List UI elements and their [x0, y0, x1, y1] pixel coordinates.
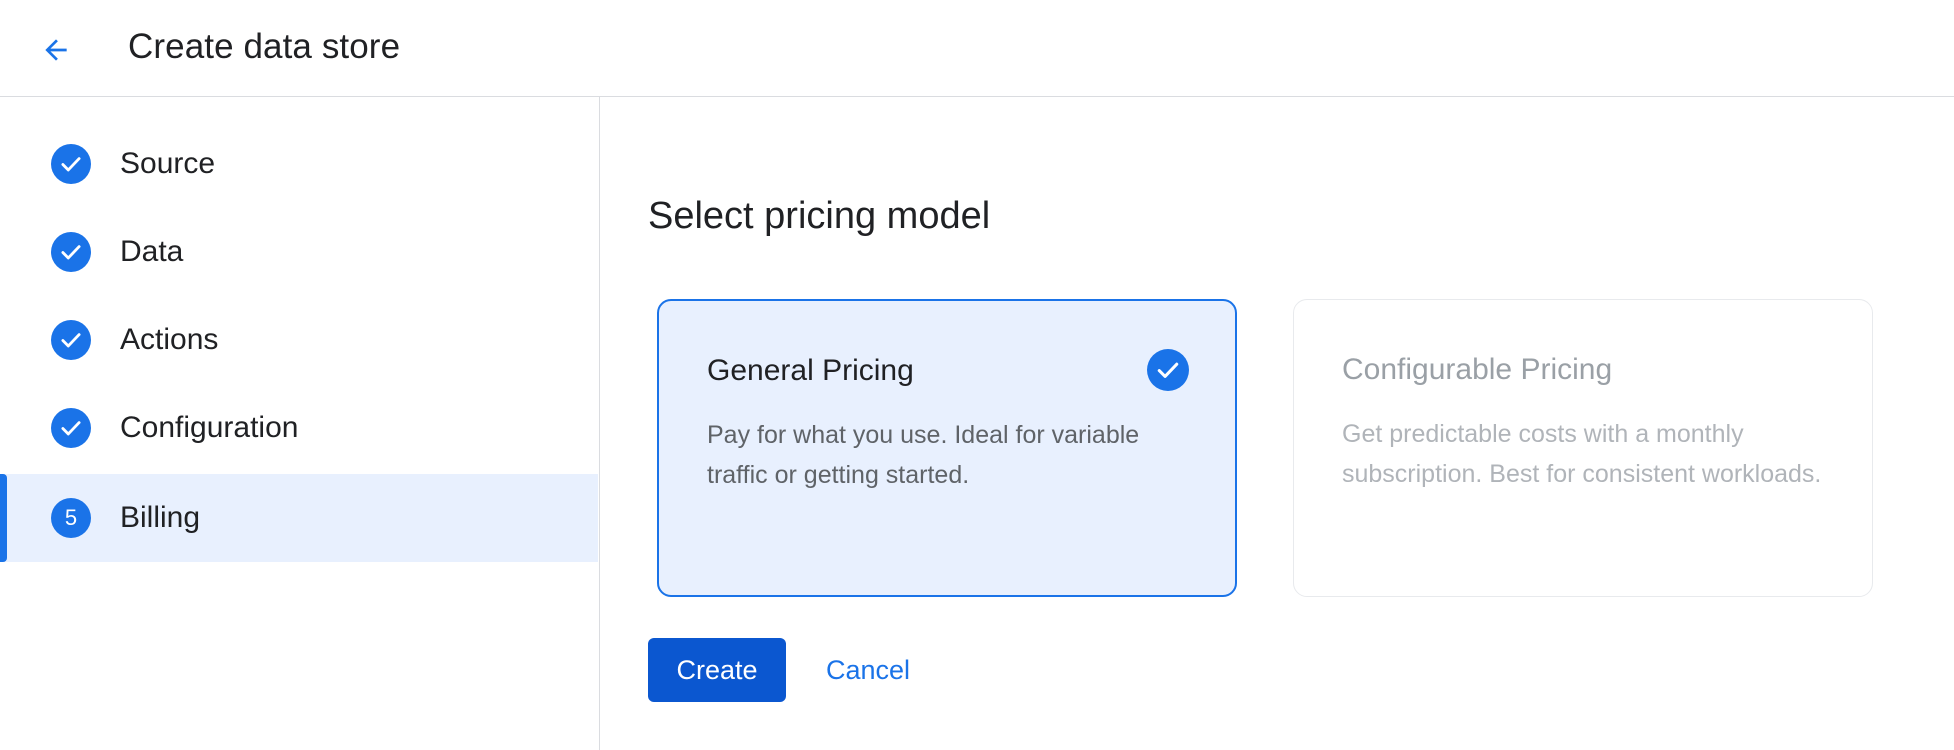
create-button[interactable]: Create: [648, 638, 786, 702]
general-pricing-card[interactable]: General Pricing Pay for what you use. Id…: [657, 299, 1237, 597]
page-title: Create data store: [128, 27, 401, 66]
step-label: Source: [120, 147, 216, 180]
step-data[interactable]: Data: [0, 208, 598, 296]
step-number: 5: [64, 505, 78, 530]
step-configuration[interactable]: Configuration: [0, 384, 598, 472]
top-bar: Create data store: [0, 0, 1954, 97]
stepper-sidebar: Source Data Actions Configuration 5 Bill…: [0, 97, 600, 750]
section-title: Select pricing model: [648, 195, 991, 237]
step-label: Data: [120, 235, 184, 268]
step-label: Actions: [120, 323, 219, 356]
cancel-button[interactable]: Cancel: [810, 638, 926, 702]
card-description: Get predictable costs with a monthly sub…: [1342, 420, 1822, 488]
step-source[interactable]: Source: [0, 120, 598, 208]
configurable-pricing-card[interactable]: Configurable Pricing Get predictable cos…: [1293, 299, 1873, 597]
step-number-badge: 5: [51, 498, 91, 538]
check-circle-icon: [51, 408, 91, 448]
card-title: Configurable Pricing: [1342, 353, 1613, 386]
back-button[interactable]: [30, 24, 82, 76]
check-circle-icon: [51, 144, 91, 184]
step-label: Billing: [120, 501, 201, 534]
step-billing[interactable]: 5 Billing: [0, 474, 598, 562]
main-content: Select pricing model General Pricing Pay…: [600, 97, 1954, 750]
step-label: Configuration: [120, 411, 299, 444]
card-description: Pay for what you use. Ideal for variable…: [707, 421, 1140, 489]
check-circle-icon: [51, 320, 91, 360]
card-title: General Pricing: [707, 354, 914, 387]
step-actions[interactable]: Actions: [0, 296, 598, 384]
check-circle-icon: [1147, 349, 1189, 391]
arrow-back-icon: [45, 39, 67, 61]
check-circle-icon: [51, 232, 91, 272]
